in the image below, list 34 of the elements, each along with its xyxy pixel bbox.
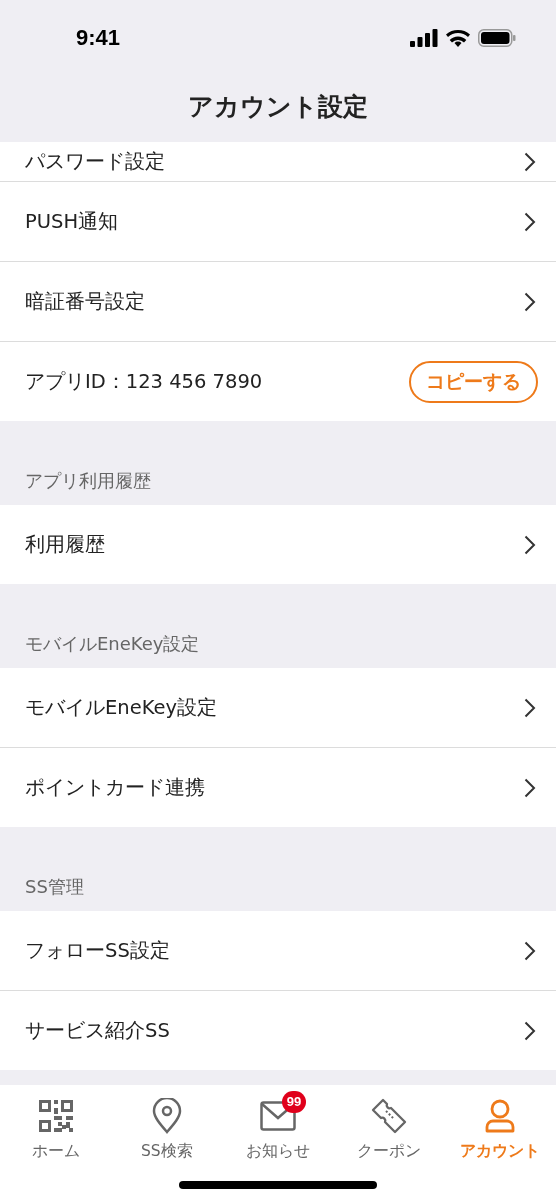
section-header: アプリ利用履歴 — [25, 469, 151, 493]
chevron-icon — [524, 534, 536, 555]
chevron-icon — [524, 291, 536, 312]
qr-code-icon — [37, 1099, 74, 1133]
chevron-icon — [524, 211, 536, 232]
chevron-icon — [524, 940, 536, 961]
chevron-icon — [524, 151, 536, 172]
settings-row[interactable]: サービス紹介SS — [0, 991, 556, 1070]
settings-row[interactable]: パスワード設定 — [0, 142, 556, 182]
person-icon — [484, 1099, 517, 1133]
ticket-icon — [371, 1098, 408, 1134]
clock-time: 9:41 — [76, 25, 121, 51]
settings-row[interactable]: PUSH通知 — [0, 182, 556, 262]
settings-row[interactable]: ポイントカード連携 — [0, 748, 556, 827]
settings-row[interactable]: モバイルEneKey設定 — [0, 668, 556, 748]
screen-title: アカウント設定 — [188, 90, 368, 123]
signal-icon — [410, 29, 438, 47]
tab-item[interactable]: 99 お知らせ — [222, 1087, 334, 1162]
app-id-text: アプリID：123 456 7890 — [25, 369, 263, 395]
tab-item[interactable]: クーポン — [333, 1087, 445, 1162]
settings-row[interactable]: 利用履歴 — [0, 505, 556, 584]
chevron-icon — [524, 697, 536, 718]
section-header: モバイルEneKey設定 — [25, 632, 200, 656]
wifi-icon — [446, 29, 470, 47]
battery-icon — [478, 29, 516, 47]
tab-item[interactable]: SS検索 — [111, 1087, 223, 1162]
chevron-icon — [524, 1020, 536, 1041]
settings-row[interactable]: フォローSS設定 — [0, 911, 556, 991]
count-badge: 99 — [282, 1091, 306, 1113]
section-header: SS管理 — [25, 875, 84, 899]
map-pin-icon — [151, 1098, 182, 1134]
tab-item[interactable]: ホーム — [0, 1087, 112, 1162]
chevron-icon — [524, 777, 536, 798]
settings-row[interactable]: 暗証番号設定 — [0, 262, 556, 342]
